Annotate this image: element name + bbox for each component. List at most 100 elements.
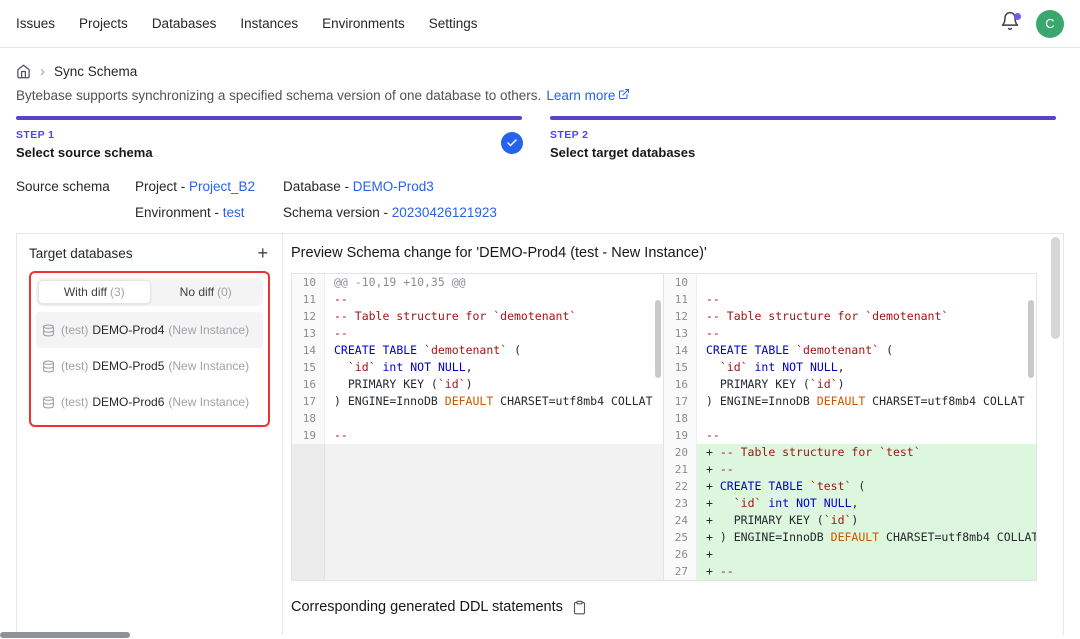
database-value-link[interactable]: DEMO-Prod3	[353, 179, 434, 194]
line-number: 27	[664, 563, 697, 580]
step-1[interactable]: STEP 1 Select source schema	[16, 129, 522, 163]
code-line: -- Table structure for `demotenant`	[325, 308, 663, 325]
add-target-database-button[interactable]: +	[255, 244, 270, 262]
db-environment: (test)	[61, 323, 88, 337]
target-database-demo-prod5[interactable]: (test)DEMO-Prod5(New Instance)	[36, 348, 263, 384]
main-vertical-scrollbar[interactable]	[1051, 237, 1060, 339]
code-line: + PRIMARY KEY (`id`)	[697, 512, 1036, 529]
diff-row: 12-- Table structure for `demotenant`	[664, 308, 1036, 325]
line-number	[292, 529, 325, 546]
schema-diff-viewer: 10@@ -10,19 +10,35 @@11--12-- Table stru…	[291, 273, 1037, 581]
target-databases-panel: Target databases + With diff(3)No diff(0…	[17, 234, 283, 635]
code-line	[325, 546, 663, 563]
line-number: 13	[292, 325, 325, 342]
step-progress-bars	[16, 116, 1064, 120]
notifications-button[interactable]	[999, 13, 1021, 35]
top-navbar: Issues Projects Databases Instances Environm…	[0, 0, 1080, 48]
diff-row: 22+ CREATE TABLE `test` (	[664, 478, 1036, 495]
diff-row: 10@@ -10,19 +10,35 @@	[292, 274, 663, 291]
schema-preview-panel: Preview Schema change for 'DEMO-Prod4 (t…	[283, 234, 1063, 635]
main-panel: Target databases + With diff(3)No diff(0…	[16, 233, 1064, 635]
step-2[interactable]: STEP 2 Select target databases	[550, 129, 1056, 163]
diff-row: 16 PRIMARY KEY (`id`)	[664, 376, 1036, 393]
code-line	[325, 512, 663, 529]
diff-row: 11--	[664, 291, 1036, 308]
target-database-demo-prod4[interactable]: (test)DEMO-Prod4(New Instance)	[36, 312, 263, 348]
schema-version-label: Schema version -	[283, 205, 392, 220]
line-number: 12	[664, 308, 697, 325]
line-number	[292, 444, 325, 461]
target-database-demo-prod6[interactable]: (test) DEMO-Prod6 (New Instance)	[36, 384, 263, 420]
nav-item-instances[interactable]: Instances	[240, 16, 298, 31]
line-number	[292, 512, 325, 529]
step2-label: Select target databases	[550, 145, 1056, 160]
line-number: 14	[664, 342, 697, 359]
home-icon[interactable]	[16, 64, 31, 79]
line-number: 18	[664, 410, 697, 427]
code-line: + ) ENGINE=InnoDB DEFAULT CHARSET=utf8mb…	[697, 529, 1036, 546]
navbar-right: C	[999, 10, 1064, 38]
step2-eyebrow: STEP 2	[550, 129, 1056, 141]
line-number: 15	[292, 359, 325, 376]
database-label: Database -	[283, 179, 353, 194]
code-line: `id` int NOT NULL,	[697, 359, 1036, 376]
tab-no-diff[interactable]: No diff(0)	[151, 280, 262, 304]
code-line: -- Table structure for `demotenant`	[697, 308, 1036, 325]
diff-row: 17) ENGINE=InnoDB DEFAULT CHARSET=utf8mb…	[664, 393, 1036, 410]
diff-row: 24+ PRIMARY KEY (`id`)	[664, 512, 1036, 529]
line-number	[292, 478, 325, 495]
nav-item-databases[interactable]: Databases	[152, 16, 217, 31]
code-line: + CREATE TABLE `test` (	[697, 478, 1036, 495]
db-name: DEMO-Prod6	[92, 395, 164, 409]
target-panel-header: Target databases +	[29, 244, 270, 262]
db-environment: (test)	[61, 395, 88, 409]
diff-row: 10	[664, 274, 1036, 291]
code-line: `id` int NOT NULL,	[325, 359, 663, 376]
diff-filter-tabs: With diff(3)No diff(0)	[36, 278, 263, 306]
code-line: + -- Table structure for `test`	[697, 444, 1036, 461]
db-environment: (test)	[61, 359, 88, 373]
diff-filler-row	[292, 461, 663, 478]
line-number: 21	[664, 461, 697, 478]
code-line: CREATE TABLE `demotenant` (	[697, 342, 1036, 359]
line-number: 10	[664, 274, 697, 291]
code-line: ) ENGINE=InnoDB DEFAULT CHARSET=utf8mb4 …	[325, 393, 663, 410]
step1-eyebrow: STEP 1	[16, 129, 522, 141]
diff-row: 18	[292, 410, 663, 427]
line-number: 16	[664, 376, 697, 393]
learn-more-link[interactable]: Learn more	[546, 88, 630, 103]
environment-value-link[interactable]: test	[223, 205, 245, 220]
line-number: 25	[664, 529, 697, 546]
line-number	[292, 495, 325, 512]
diff-source-scrollbar[interactable]	[655, 300, 661, 378]
line-number: 16	[292, 376, 325, 393]
diff-row: 13--	[664, 325, 1036, 342]
db-note: (New Instance)	[168, 395, 249, 409]
schema-version-value-link[interactable]: 20230426121923	[392, 205, 497, 220]
copy-ddl-button[interactable]	[572, 600, 587, 615]
diff-source-lines: 10@@ -10,19 +10,35 @@11--12-- Table stru…	[292, 274, 663, 580]
tab-with-diff[interactable]: With diff(3)	[38, 280, 151, 304]
nav-item-settings[interactable]: Settings	[429, 16, 478, 31]
step1-label: Select source schema	[16, 145, 522, 160]
code-line: --	[697, 291, 1036, 308]
nav-item-environments[interactable]: Environments	[322, 16, 405, 31]
horizontal-scrollbar[interactable]	[0, 632, 130, 638]
diff-row: 17) ENGINE=InnoDB DEFAULT CHARSET=utf8mb…	[292, 393, 663, 410]
code-line: @@ -10,19 +10,35 @@	[325, 274, 663, 291]
diff-row: 12-- Table structure for `demotenant`	[292, 308, 663, 325]
project-value-link[interactable]: Project_B2	[189, 179, 255, 194]
code-line: + --	[697, 563, 1036, 580]
diff-filler-row	[292, 444, 663, 461]
sync-schema-page: Issues Projects Databases Instances Environm…	[0, 0, 1080, 639]
tab-label: No diff	[180, 285, 214, 299]
diff-target-scrollbar[interactable]	[1028, 300, 1034, 378]
diff-filler-row	[292, 529, 663, 546]
line-number: 20	[664, 444, 697, 461]
nav-item-projects[interactable]: Projects	[79, 16, 128, 31]
diff-filler-row	[292, 512, 663, 529]
nav-item-issues[interactable]: Issues	[16, 16, 55, 31]
user-avatar[interactable]: C	[1036, 10, 1064, 38]
line-number: 14	[292, 342, 325, 359]
tab-count: (0)	[217, 285, 232, 299]
